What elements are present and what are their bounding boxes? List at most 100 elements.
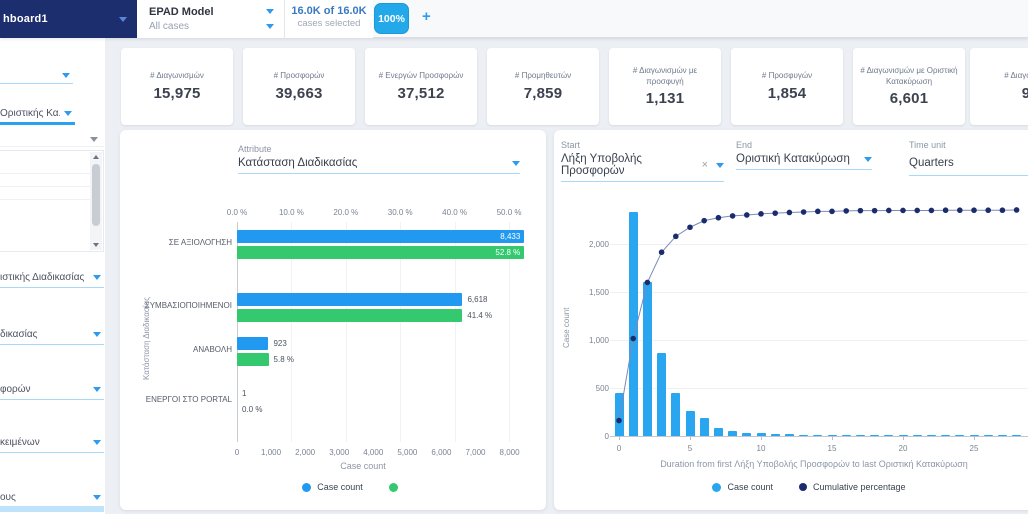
category-label: ΕΝΕΡΓΟΙ ΣΤΟ PORTAL: [122, 395, 232, 404]
dashboard-screen: { "topbar": { "dashboard_title": "hboard…: [0, 0, 1028, 514]
kpi-value: 1,854: [768, 85, 807, 102]
histogram-bar[interactable]: [728, 431, 737, 436]
legend-item[interactable]: [389, 483, 404, 492]
percentage-bar[interactable]: [237, 246, 524, 259]
histogram-bar[interactable]: [615, 393, 624, 436]
selection-summary: 16.0K of 16.0K cases selected: [285, 0, 373, 38]
chevron-down-icon[interactable]: [93, 387, 101, 392]
x-axis-tick: 10: [751, 444, 771, 453]
histogram-bar[interactable]: [870, 435, 879, 436]
filter-underline: [0, 287, 104, 288]
scroll-down-icon[interactable]: [93, 243, 99, 247]
case-count-bar[interactable]: [237, 337, 268, 350]
histogram-bar[interactable]: [856, 435, 865, 436]
filter-value: ιστικής Διαδικασίας: [0, 272, 88, 283]
filter-value: Οριστικής Κα...: [0, 108, 60, 119]
add-sheet-button[interactable]: +: [422, 8, 431, 25]
scrollbar-thumb[interactable]: [92, 164, 100, 226]
histogram-bar[interactable]: [941, 435, 950, 436]
chevron-down-icon[interactable]: [266, 9, 274, 14]
y-axis-tick: 1,000: [579, 336, 609, 345]
bottom-axis-tick: 4,000: [357, 448, 389, 457]
bar-pct-label: 5.8 %: [274, 353, 308, 366]
duration-histogram-chart: 05001,0001,5002,0000510152025: [554, 130, 1028, 510]
model-dropdown[interactable]: EPAD Model: [149, 4, 274, 19]
kpi-label: # Προμηθευτών: [515, 71, 571, 81]
histogram-bar[interactable]: [785, 434, 794, 436]
scrollbar[interactable]: [90, 152, 102, 250]
histogram-bar[interactable]: [629, 212, 638, 436]
gridline: [610, 244, 1028, 245]
legend-item[interactable]: Case count: [302, 482, 363, 492]
bar-value-label: 6,618: [467, 293, 497, 306]
percentage-bar[interactable]: [237, 309, 462, 322]
top-axis-tick: 20.0 %: [330, 208, 362, 217]
category-label: ΑΝΑΒΟΛΗ: [122, 345, 232, 354]
filter-value-listbox[interactable]: [0, 150, 104, 252]
case-count-bar[interactable]: [237, 230, 524, 243]
kpi-value: 1,131: [646, 90, 685, 107]
histogram-bar[interactable]: [927, 435, 936, 436]
kpi-label: # Διαγωνισμών με Οριστική Κατακύρωση: [859, 66, 959, 87]
dashboard-title-tab[interactable]: hboard1: [0, 0, 137, 38]
histogram-bar[interactable]: [657, 353, 666, 436]
mid-chart-legend: Case count: [120, 482, 546, 492]
bar-value-label: 923: [273, 337, 303, 350]
histogram-bar[interactable]: [955, 435, 964, 436]
top-axis-tick: 40.0 %: [439, 208, 471, 217]
histogram-bar[interactable]: [842, 435, 851, 436]
chevron-down-icon[interactable]: [266, 24, 274, 29]
histogram-bar[interactable]: [984, 435, 993, 436]
kpi-card: # Ενεργών Προσφορών37,512: [365, 48, 477, 125]
chevron-down-icon[interactable]: [93, 275, 101, 280]
chevron-down-icon[interactable]: [93, 332, 101, 337]
legend-dot-icon: [389, 483, 398, 492]
histogram-bar[interactable]: [884, 435, 893, 436]
histogram-bar[interactable]: [643, 282, 652, 436]
bottom-axis-tick: 0: [221, 448, 253, 457]
status-distribution-panel: Attribute Κατάσταση Διαδικασίας 0.0 %10.…: [120, 130, 546, 510]
histogram-bar[interactable]: [799, 435, 808, 436]
histogram-bar[interactable]: [998, 435, 1007, 436]
selection-percentage-button[interactable]: 100%: [374, 3, 409, 34]
x-axis-tick: 5: [680, 444, 700, 453]
kpi-value: 6,601: [890, 90, 929, 107]
histogram-bar[interactable]: [813, 435, 822, 436]
x-axis-tick: 20: [893, 444, 913, 453]
chevron-down-icon[interactable]: [93, 440, 101, 445]
filter-value: δικασίας: [0, 329, 88, 340]
scroll-up-icon[interactable]: [93, 155, 99, 159]
bar-pct-label: 41.4 %: [467, 309, 501, 322]
histogram-bar[interactable]: [742, 433, 751, 436]
case-count-bar[interactable]: [237, 293, 462, 306]
histogram-bar[interactable]: [771, 434, 780, 436]
kpi-card: # Προσφορών39,663: [243, 48, 355, 125]
filters-sidebar: Οριστικής Κα... ιστικής Διαδικασίας δικασ…: [0, 38, 105, 514]
x-tick-mark: [619, 436, 620, 440]
x-axis-tick: 25: [964, 444, 984, 453]
x-axis-tick: 15: [822, 444, 842, 453]
legend-item[interactable]: Case count: [712, 482, 773, 492]
bottom-axis-tick: 6,000: [425, 448, 457, 457]
histogram-bar[interactable]: [686, 411, 695, 436]
histogram-bar[interactable]: [913, 435, 922, 436]
cases-scope-dropdown[interactable]: All cases: [149, 19, 274, 34]
chevron-down-icon[interactable]: [93, 495, 101, 500]
mid-chart-y-axis-label: Κατάσταση Διαδικασίας: [142, 297, 151, 380]
chevron-down-icon[interactable]: [119, 17, 127, 22]
legend-item[interactable]: Cumulative percentage: [799, 482, 906, 492]
duration-panel: Start Λήξη Υποβολής Προσφορών × End Ορισ…: [554, 130, 1028, 510]
histogram-bar[interactable]: [1012, 435, 1021, 436]
histogram-bar[interactable]: [714, 428, 723, 436]
histogram-bar[interactable]: [671, 393, 680, 436]
bar-value-label: 1: [242, 387, 272, 400]
kpi-value: 39,663: [275, 85, 322, 102]
x-tick-mark: [690, 436, 691, 440]
chevron-down-icon[interactable]: [64, 111, 72, 116]
histogram-bar[interactable]: [700, 418, 709, 436]
percentage-bar[interactable]: [237, 353, 269, 366]
kpi-card: # Διαγωνισμών με Οριστική Κατακύρωση 6,60…: [853, 48, 965, 125]
chevron-down-icon[interactable]: [90, 137, 98, 142]
chevron-down-icon[interactable]: [62, 73, 70, 78]
selection-caption: cases selected: [285, 18, 373, 29]
